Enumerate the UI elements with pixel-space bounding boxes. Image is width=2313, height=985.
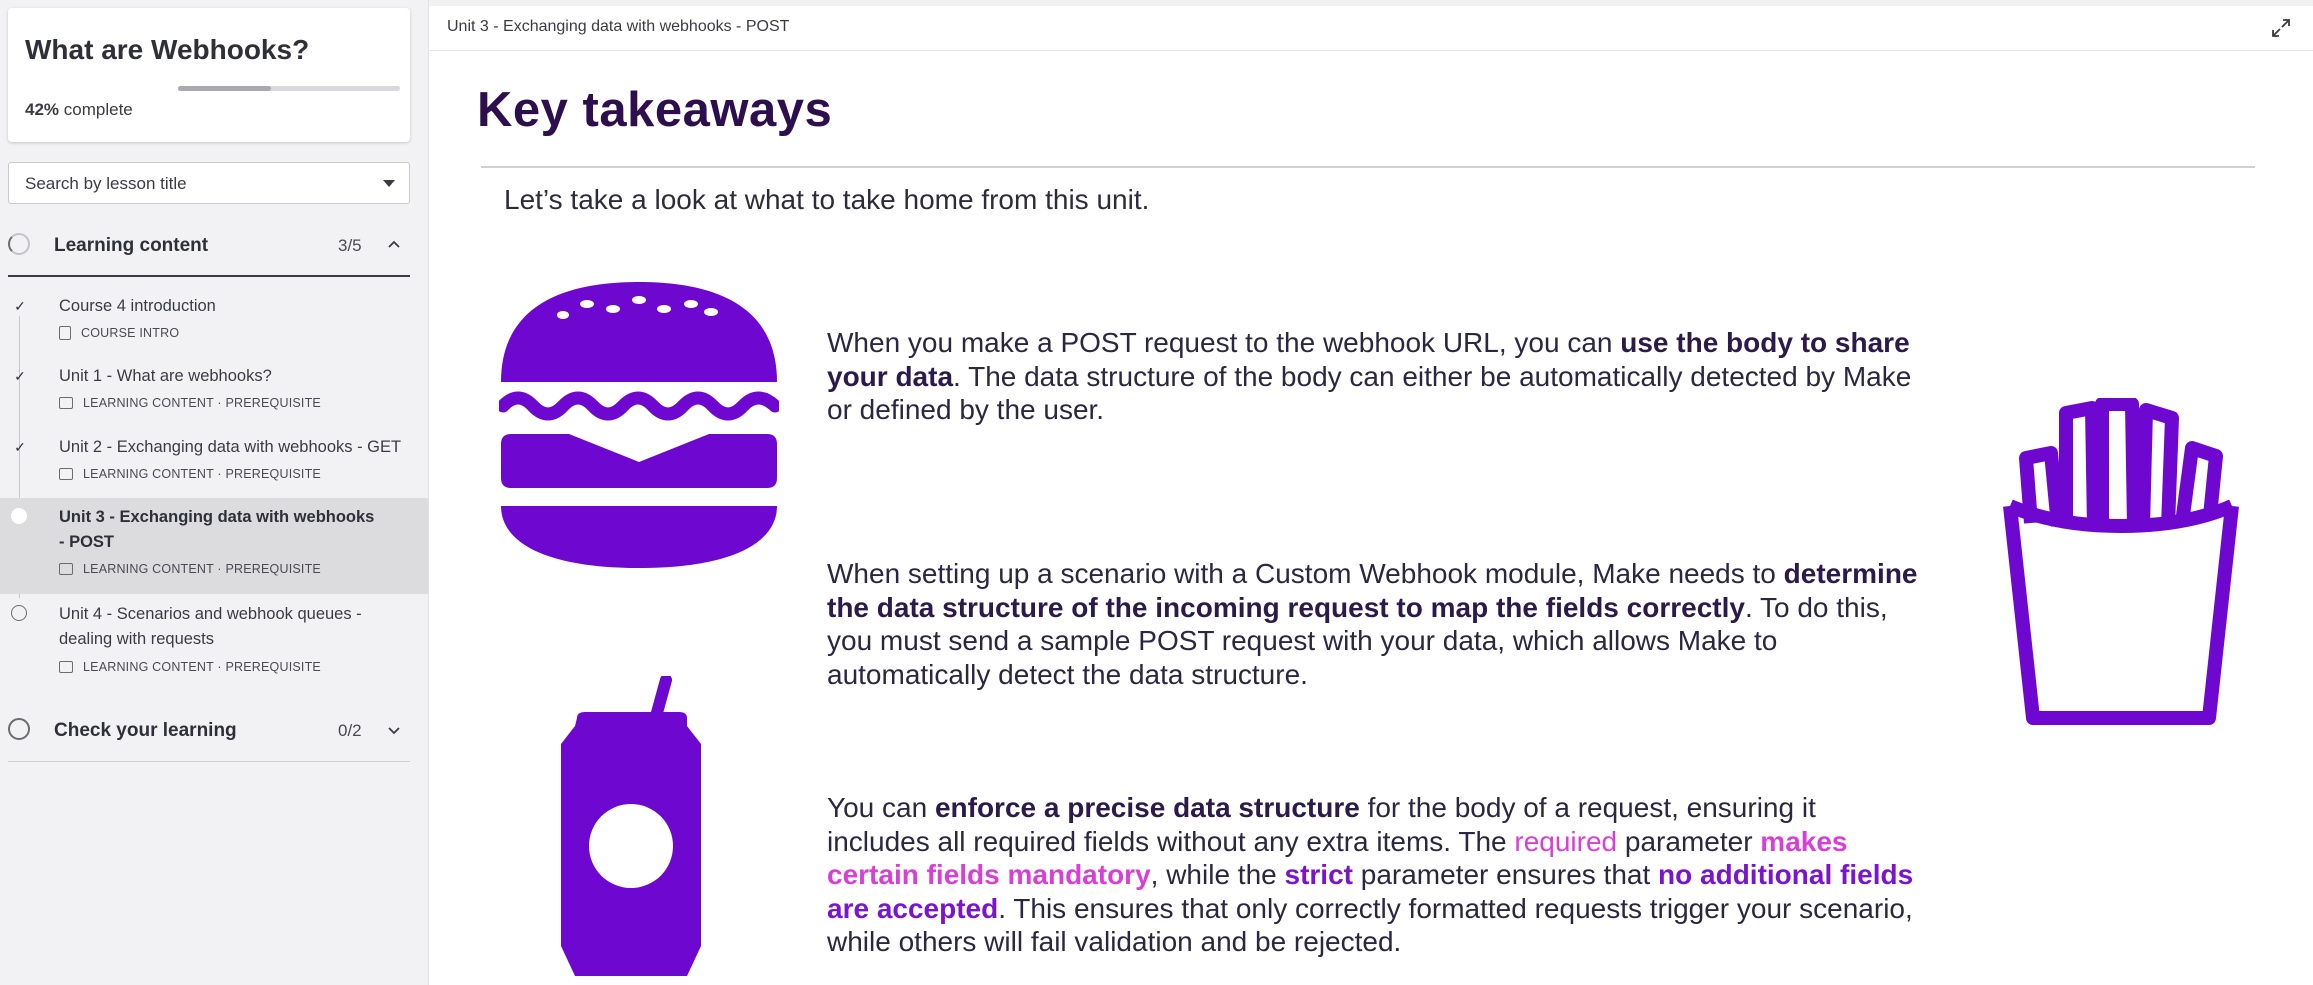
dropdown-caret-icon	[383, 180, 395, 187]
p3-text: parameter ensures that	[1352, 859, 1659, 890]
section-title: Learning content	[54, 235, 209, 256]
intro-text: Let’s take a look at what to take home f…	[504, 184, 1150, 215]
progress-bar-fill	[178, 86, 272, 91]
lesson-meta-text: COURSE INTRO	[81, 326, 180, 340]
lesson-content-panel: Unit 3 - Exchanging data with webhooks -…	[429, 6, 2313, 985]
p3-emphasis: enforce a precise data structure	[934, 792, 1360, 823]
lesson-search-select[interactable]: Search by lesson title	[8, 162, 410, 204]
lesson-meta-text: LEARNING CONTENT · PREREQUISITE	[83, 396, 321, 410]
p3-text: You can	[827, 792, 935, 823]
lesson-title: Unit 2 - Exchanging data with webhooks -…	[59, 438, 402, 456]
strict-keyword: strict	[1284, 859, 1353, 890]
takeaway-paragraph-1: When you make a POST request to the webh…	[827, 326, 1917, 427]
check-icon: ✓	[14, 298, 26, 314]
p1-text-end: . The data structure of the body can eit…	[827, 360, 1912, 426]
slides-icon	[59, 397, 73, 409]
lesson-meta: LEARNING CONTENT · PREREQUISITE	[59, 562, 321, 576]
section-learning-content[interactable]: Learning content 3/5	[0, 217, 410, 277]
takeaway-paragraph-3: You can enforce a precise data structure…	[827, 791, 1922, 959]
progress-percent: 42%	[25, 100, 60, 119]
burger-illustration	[499, 282, 779, 568]
course-title: What are Webhooks?	[25, 34, 310, 65]
p2-text: When setting up a scenario with a Custom…	[827, 558, 1784, 589]
lesson-item[interactable]: ✓ Course 4 introduction COURSE INTRO	[0, 292, 428, 356]
chevron-up-icon[interactable]	[388, 239, 400, 251]
lesson-meta: COURSE INTRO	[59, 326, 179, 340]
lesson-item[interactable]: ✓ Unit 1 - What are webhooks? LEARNING C…	[0, 362, 428, 426]
progress-suffix: complete	[63, 100, 133, 119]
progress-bar	[178, 86, 400, 91]
progress-ring-icon	[8, 718, 30, 740]
lesson-title: Unit 3 - Exchanging data with webhooks -…	[59, 508, 375, 551]
sidebar: What are Webhooks? 42% complete Search b…	[0, 0, 429, 985]
section-divider	[8, 275, 410, 277]
lesson-meta-text: LEARNING CONTENT · PREREQUISITE	[83, 562, 321, 576]
section-title: Check your learning	[54, 720, 237, 741]
chevron-down-icon[interactable]	[388, 724, 400, 736]
required-keyword: required	[1514, 825, 1618, 857]
fries-illustration	[2003, 398, 2239, 725]
p3-text: , while the	[1150, 859, 1285, 890]
p3-text: parameter	[1617, 825, 1761, 857]
lesson-meta: LEARNING CONTENT · PREREQUISITE	[59, 467, 321, 481]
progress-label: 42% complete	[25, 100, 133, 120]
soda-can-illustration	[561, 676, 701, 976]
slides-icon	[59, 468, 73, 480]
progress-ring-icon	[8, 233, 30, 255]
p1-text: When you make a POST request to the webh…	[827, 327, 1621, 358]
course-progress-card: What are Webhooks? 42% complete	[8, 8, 410, 142]
search-placeholder: Search by lesson title	[25, 174, 187, 193]
expand-icon[interactable]	[2271, 18, 2291, 38]
lesson-meta-text: LEARNING CONTENT · PREREQUISITE	[83, 467, 321, 481]
lesson-title: Unit 4 - Scenarios and webhook queues - …	[59, 605, 362, 648]
check-icon: ✓	[14, 368, 26, 384]
page-heading: Key takeaways	[477, 83, 833, 137]
lesson-meta: LEARNING CONTENT · PREREQUISITE	[59, 396, 321, 410]
lesson-meta: LEARNING CONTENT · PREREQUISITE	[59, 660, 321, 674]
section-count: 0/2	[338, 721, 362, 740]
check-icon: ✓	[14, 439, 26, 455]
takeaway-paragraph-2: When setting up a scenario with a Custom…	[827, 557, 1922, 691]
incomplete-lesson-dot-icon	[11, 605, 27, 621]
lesson-title: Unit 1 - What are webhooks?	[59, 367, 272, 385]
lesson-item[interactable]: Unit 4 - Scenarios and webhook queues - …	[0, 600, 428, 684]
lesson-item[interactable]: ✓ Unit 2 - Exchanging data with webhooks…	[0, 433, 428, 497]
current-lesson-dot-icon	[11, 508, 27, 524]
section-count: 3/5	[338, 236, 362, 255]
section-divider	[8, 761, 410, 762]
section-check-your-learning[interactable]: Check your learning 0/2	[0, 702, 410, 762]
document-icon	[59, 326, 71, 340]
heading-divider	[481, 166, 2255, 168]
lesson-title: Course 4 introduction	[59, 297, 216, 315]
slides-icon	[59, 563, 73, 575]
content-topbar: Unit 3 - Exchanging data with webhooks -…	[429, 6, 2313, 51]
slides-icon	[59, 661, 73, 673]
lesson-item-current[interactable]: Unit 3 - Exchanging data with webhooks -…	[0, 498, 428, 594]
lesson-meta-text: LEARNING CONTENT · PREREQUISITE	[83, 660, 321, 674]
lesson-breadcrumb: Unit 3 - Exchanging data with webhooks -…	[447, 18, 790, 35]
